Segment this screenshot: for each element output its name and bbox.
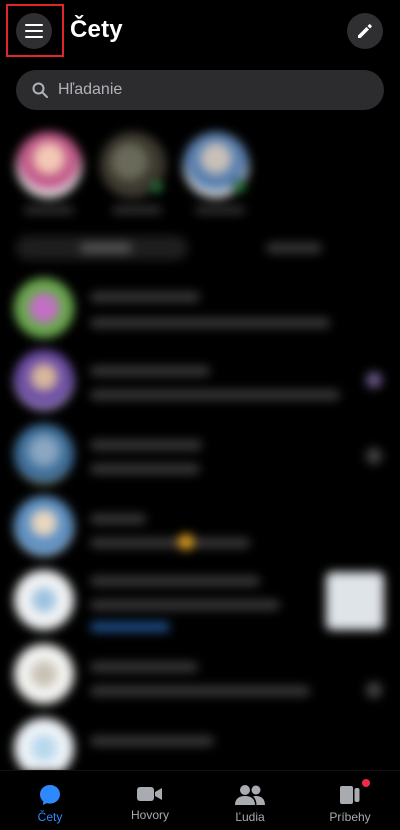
search-icon (32, 82, 48, 98)
tab-label-people: Ľudia (235, 810, 265, 824)
message-thumbnail (326, 572, 384, 630)
chat-avatar[interactable] (14, 718, 74, 772)
tab-label-calls: Hovory (130, 808, 169, 822)
chat-preview (90, 538, 250, 548)
chat-avatar[interactable] (14, 496, 74, 556)
chat-bubble-icon (40, 785, 60, 805)
story-label (24, 206, 74, 214)
header: Čety (0, 0, 400, 64)
emoji-reaction (178, 534, 194, 550)
chat-name (90, 576, 260, 586)
seen-avatar (366, 448, 382, 464)
chat-name (90, 366, 210, 376)
filter-label (80, 243, 132, 253)
tab-label-chats: Čety (37, 810, 63, 824)
stories-icon (340, 786, 360, 804)
seen-avatar (366, 372, 382, 388)
chat-link (90, 622, 170, 632)
tab-calls[interactable]: Hovory (100, 771, 200, 830)
chat-name (90, 736, 214, 746)
people-icon (235, 785, 265, 805)
search-input[interactable]: Hľadanie (16, 70, 384, 110)
tab-people[interactable]: Ľudia (200, 771, 300, 830)
bottom-tab-bar: Čety Hovory Ľudia Príbehy (0, 770, 400, 830)
blurred-content (0, 122, 400, 772)
tab-label-stories: Príbehy (329, 810, 371, 824)
chat-preview (90, 318, 330, 328)
chat-name (90, 662, 198, 672)
filter-label (266, 243, 322, 253)
online-indicator (150, 180, 164, 194)
seen-avatar (366, 682, 382, 698)
chat-avatar[interactable] (14, 570, 74, 630)
story-label (195, 206, 245, 214)
compose-button[interactable] (347, 13, 383, 49)
online-indicator (233, 180, 247, 194)
video-camera-icon (137, 787, 162, 801)
chat-avatar[interactable] (14, 424, 74, 484)
page-title: Čety (70, 16, 123, 43)
notification-dot (362, 779, 370, 787)
chat-preview (90, 390, 340, 400)
story-avatar[interactable] (16, 132, 82, 198)
tab-chats[interactable]: Čety (0, 771, 100, 830)
chat-name (90, 440, 202, 450)
chat-preview (90, 686, 310, 696)
pencil-icon (358, 24, 372, 38)
search-placeholder: Hľadanie (58, 81, 123, 98)
chat-name (90, 514, 146, 524)
tab-stories[interactable]: Príbehy (300, 771, 400, 830)
story-label (112, 206, 162, 214)
menu-button[interactable] (16, 13, 52, 49)
menu-icon (25, 24, 43, 38)
chat-preview (90, 600, 280, 610)
chat-avatar[interactable] (14, 278, 74, 338)
chat-avatar[interactable] (14, 644, 74, 704)
chat-avatar[interactable] (14, 350, 74, 410)
chat-preview (90, 464, 200, 474)
chat-name (90, 292, 200, 302)
